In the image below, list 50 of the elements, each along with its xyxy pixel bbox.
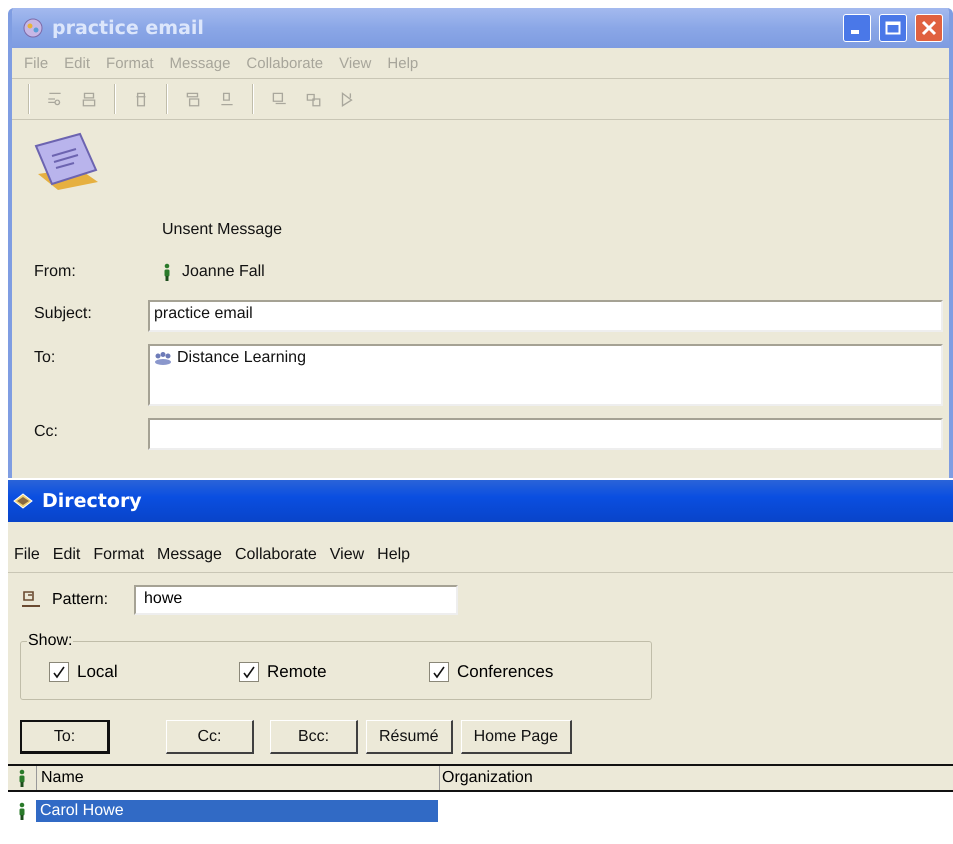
action-button[interactable]: Home Page <box>460 720 572 754</box>
menu-item[interactable]: Collaborate <box>228 546 324 564</box>
close-icon <box>921 20 937 36</box>
app-icon <box>22 17 44 39</box>
maximize-button[interactable] <box>879 14 907 42</box>
action-button[interactable]: To: <box>20 720 110 754</box>
toolbar-icon[interactable] <box>184 90 202 108</box>
field-label: From: <box>33 263 77 282</box>
checkbox[interactable] <box>239 662 259 682</box>
directory-icon <box>12 491 34 511</box>
close-button[interactable] <box>915 14 943 42</box>
person-icon <box>162 263 172 281</box>
sender-name: Joanne Fall <box>182 263 265 281</box>
minimize-icon <box>851 30 859 34</box>
pattern-label: Pattern: <box>52 591 108 609</box>
window-title: practice email <box>52 17 205 39</box>
toolbar-icon[interactable] <box>80 90 98 108</box>
checkbox-label: Local <box>77 662 118 682</box>
checkbox-label: Conferences <box>457 662 554 682</box>
subject-field[interactable]: practice email <box>148 300 943 332</box>
column-header[interactable]: Name <box>37 766 440 790</box>
field-label: To: <box>33 348 56 368</box>
action-button[interactable]: Bcc: <box>270 720 358 754</box>
cc-field[interactable] <box>148 418 943 450</box>
checkbox-label: Remote <box>267 662 327 682</box>
person-icon <box>17 802 27 820</box>
to-field[interactable]: Distance Learning <box>148 344 943 406</box>
maximize-icon <box>885 21 901 35</box>
action-button[interactable]: Cc: <box>166 720 254 754</box>
group-icon <box>154 351 172 365</box>
recipient-name: Distance Learning <box>177 349 306 367</box>
message-status: Unsent Message <box>162 221 284 239</box>
pattern-field[interactable]: howe <box>134 585 458 615</box>
menu-item[interactable]: Help <box>371 546 418 564</box>
menu-item[interactable]: Format <box>87 546 152 564</box>
menu-item[interactable]: View <box>324 546 372 564</box>
person-icon <box>17 769 27 787</box>
window-title: Directory <box>42 490 143 512</box>
checkbox[interactable] <box>49 662 69 682</box>
table-cell[interactable]: Carol Howe <box>36 800 438 822</box>
field-label: Cc: <box>33 422 59 442</box>
menu-item[interactable]: Edit <box>46 546 88 564</box>
column-header[interactable]: Organization <box>440 769 533 787</box>
group-label: Show: <box>27 632 74 650</box>
field-label: Subject: <box>33 304 93 324</box>
action-button[interactable]: Résumé <box>366 720 453 754</box>
minimize-button[interactable] <box>843 14 871 42</box>
menu-item[interactable]: Message <box>151 546 229 564</box>
menu-item[interactable]: File <box>8 546 47 564</box>
checkbox[interactable] <box>429 662 449 682</box>
